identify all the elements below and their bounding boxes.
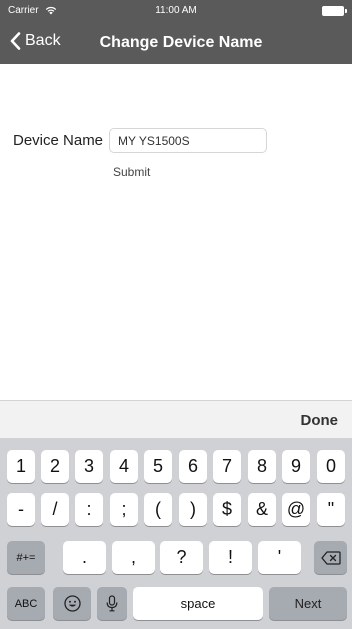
key-6[interactable]: 6 xyxy=(179,450,207,483)
key-apostrophe[interactable]: ' xyxy=(258,541,301,574)
status-time: 11:00 AM xyxy=(155,5,197,16)
dictation-key[interactable] xyxy=(97,587,127,620)
symbols-key[interactable]: #+= xyxy=(7,541,45,574)
delete-key[interactable] xyxy=(314,541,347,574)
next-key[interactable]: Next xyxy=(269,587,347,620)
key-3[interactable]: 3 xyxy=(75,450,103,483)
form-area: Device Name Submit xyxy=(0,64,352,400)
emoji-key[interactable] xyxy=(53,587,91,620)
key-close-paren[interactable]: ) xyxy=(179,493,207,526)
key-0[interactable]: 0 xyxy=(317,450,345,483)
key-open-paren[interactable]: ( xyxy=(144,493,172,526)
key-dollar[interactable]: $ xyxy=(213,493,241,526)
key-question[interactable]: ? xyxy=(160,541,203,574)
key-8[interactable]: 8 xyxy=(248,450,276,483)
delete-backspace-icon xyxy=(320,550,341,565)
abc-key[interactable]: ABC xyxy=(7,587,45,620)
key-slash[interactable]: / xyxy=(41,493,69,526)
key-at[interactable]: @ xyxy=(282,493,310,526)
key-comma[interactable]: , xyxy=(112,541,155,574)
page-title: Change Device Name xyxy=(99,34,263,51)
device-name-input[interactable] xyxy=(109,128,267,153)
key-7[interactable]: 7 xyxy=(213,450,241,483)
key-5[interactable]: 5 xyxy=(144,450,172,483)
key-1[interactable]: 1 xyxy=(7,450,35,483)
key-ampersand[interactable]: & xyxy=(248,493,276,526)
key-quote[interactable]: " xyxy=(317,493,345,526)
key-period[interactable]: . xyxy=(63,541,106,574)
key-exclamation[interactable]: ! xyxy=(209,541,252,574)
key-semicolon[interactable]: ; xyxy=(110,493,138,526)
device-name-label: Device Name xyxy=(13,132,104,149)
key-hyphen[interactable]: - xyxy=(7,493,35,526)
space-key[interactable]: space xyxy=(133,587,263,620)
battery-icon xyxy=(322,6,347,16)
emoji-smiley-icon xyxy=(63,595,81,612)
key-2[interactable]: 2 xyxy=(41,450,69,483)
status-bar: Carrier 11:00 AM xyxy=(0,0,352,22)
key-9[interactable]: 9 xyxy=(282,450,310,483)
key-4[interactable]: 4 xyxy=(110,450,138,483)
keyboard-accessory-bar: Done xyxy=(0,400,352,438)
submit-button[interactable]: Submit xyxy=(113,165,150,179)
microphone-icon xyxy=(106,595,118,612)
key-colon[interactable]: : xyxy=(75,493,103,526)
navigation-bar: Back Change Device Name xyxy=(0,22,352,64)
keyboard: 1 2 3 4 5 6 7 8 9 0 - / : ; ( ) $ & @ " … xyxy=(0,438,352,629)
done-button[interactable]: Done xyxy=(301,412,339,429)
